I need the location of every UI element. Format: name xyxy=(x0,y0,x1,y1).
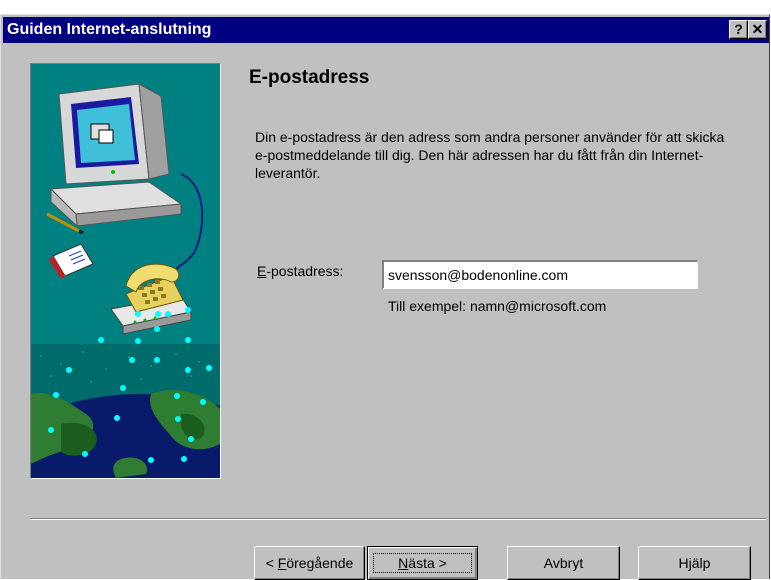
globe-icon xyxy=(31,389,220,478)
next-button[interactable]: Nästa > xyxy=(367,546,478,580)
separator-line-highlight xyxy=(30,519,766,520)
email-label-accelerator: E xyxy=(257,263,267,279)
page-heading: E-postadress xyxy=(249,67,370,88)
telephone-icon xyxy=(110,263,192,335)
next-button-accelerator: N xyxy=(398,555,409,571)
back-button-prefix: < xyxy=(265,555,278,571)
email-label-text: -postadress: xyxy=(266,263,344,279)
email-input[interactable] xyxy=(382,260,698,289)
help-button[interactable]: Hjälp xyxy=(638,546,751,580)
notebook-icon xyxy=(49,243,94,279)
close-icon: ✕ xyxy=(751,21,764,37)
help-title-button[interactable]: ? xyxy=(729,20,748,39)
close-title-button[interactable]: ✕ xyxy=(748,20,767,39)
wizard-illustration xyxy=(30,63,221,479)
title-bar[interactable]: Guiden Internet-anslutning ? ✕ xyxy=(3,17,769,43)
computer-icon xyxy=(49,83,183,228)
description-text: Din e-postadress är den adress som andra… xyxy=(255,129,725,181)
email-label: E-postadress: xyxy=(257,263,343,279)
back-button[interactable]: < Föregående xyxy=(254,546,365,580)
window-title: Guiden Internet-anslutning xyxy=(7,21,212,38)
wizard-dialog: Guiden Internet-anslutning ? ✕ E-postadr… xyxy=(0,14,770,580)
cancel-button[interactable]: Avbryt xyxy=(507,546,620,580)
question-mark-icon: ? xyxy=(734,21,743,37)
back-button-label: öregående xyxy=(286,555,354,571)
email-example-text: Till exempel: namn@microsoft.com xyxy=(388,298,607,314)
next-button-label: ästa > xyxy=(408,555,447,571)
